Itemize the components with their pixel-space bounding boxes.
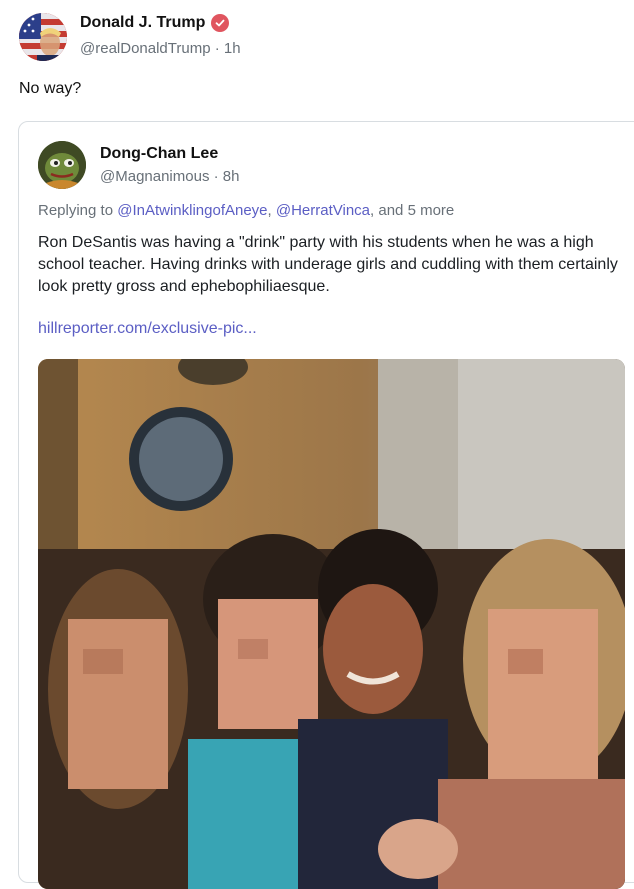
reply-comma: , — [267, 202, 276, 219]
reply-mention-2[interactable]: @HerratVinca — [276, 202, 370, 219]
author-handle-line: @realDonaldTrump · 1h — [80, 40, 241, 57]
avatar[interactable] — [19, 13, 67, 61]
author-handle[interactable]: @realDonaldTrump — [80, 40, 211, 57]
quoted-handle-line: @Magnanimous · 8h — [100, 168, 239, 185]
quoted-time[interactable]: 8h — [223, 168, 240, 185]
verified-badge-icon — [211, 14, 230, 32]
separator-dot: · — [213, 168, 223, 185]
quoted-handle[interactable]: @Magnanimous — [100, 168, 209, 185]
reply-mention-1[interactable]: @InAtwinklingofAneye — [117, 202, 267, 219]
separator-dot: · — [214, 40, 224, 57]
quoted-avatar[interactable] — [38, 141, 86, 189]
replying-to: Replying to @InAtwinklingofAneye, @Herra… — [38, 202, 454, 219]
quoted-post-text: Ron DeSantis was having a "drink" party … — [38, 234, 618, 295]
reply-more[interactable]: and 5 more — [378, 202, 454, 219]
reply-prefix: Replying to — [38, 202, 114, 219]
post: Donald J. Trump @realDonaldTrump · 1h No… — [0, 0, 634, 889]
post-text: No way? — [19, 80, 82, 97]
quoted-author-name[interactable]: Dong-Chan Lee — [100, 145, 218, 163]
author-name[interactable]: Donald J. Trump — [80, 14, 230, 32]
photo-of-group[interactable] — [38, 359, 625, 889]
quoted-post[interactable]: Dong-Chan Lee @Magnanimous · 8h Replying… — [18, 121, 634, 889]
post-time[interactable]: 1h — [224, 40, 241, 57]
author-name-text: Donald J. Trump — [80, 14, 206, 31]
quoted-link[interactable]: hillreporter.com/exclusive-pic... — [38, 320, 257, 338]
